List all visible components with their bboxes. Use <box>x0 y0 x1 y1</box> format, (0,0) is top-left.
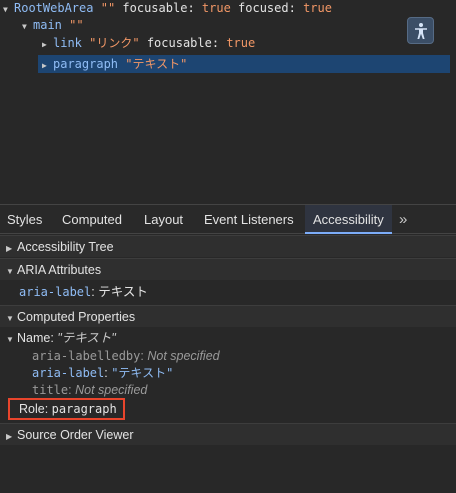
section-source-order-viewer[interactable]: ▶ Source Order Viewer <box>0 423 456 445</box>
sidebar-tab-strip: Styles Computed Layout Event Listeners A… <box>0 204 456 234</box>
expand-triangle-icon: ▼ <box>6 335 14 344</box>
section-aria-attributes[interactable]: ▼ ARIA Attributes <box>0 258 456 280</box>
accessibility-tree-pane: ▼ RootWebArea "" focusable: true focused:… <box>0 0 456 203</box>
aria-attribute-row[interactable]: aria-label: テキスト <box>19 284 148 301</box>
tab-accessibility[interactable]: Accessibility <box>305 205 392 234</box>
collapsed-triangle-icon[interactable]: ▶ <box>42 57 53 74</box>
collapsed-triangle-icon[interactable]: ▶ <box>42 36 53 53</box>
accessibility-toggle-button[interactable] <box>407 17 434 44</box>
tab-layout[interactable]: Layout <box>144 205 183 234</box>
empty-panel-area <box>0 446 456 493</box>
tree-node-paragraph[interactable]: ▶ paragraph "テキスト" <box>42 56 187 73</box>
tab-styles[interactable]: Styles <box>7 205 42 234</box>
expand-triangle-icon: ▼ <box>6 314 14 323</box>
computed-aria-label-row: aria-label: "テキスト" <box>32 366 174 380</box>
tree-node-root[interactable]: ▼ RootWebArea "" focusable: true focused:… <box>3 0 332 17</box>
section-computed-properties[interactable]: ▼ Computed Properties <box>0 305 456 327</box>
collapsed-triangle-icon: ▶ <box>6 432 13 441</box>
collapsed-triangle-icon: ▶ <box>6 244 13 253</box>
tree-node-main[interactable]: ▼ main "" <box>22 17 84 34</box>
more-tabs-chevron-icon[interactable]: » <box>399 205 407 234</box>
expand-triangle-icon: ▼ <box>6 267 14 276</box>
accessibility-person-icon <box>414 22 427 39</box>
expand-triangle-icon[interactable]: ▼ <box>22 18 33 35</box>
role-highlight-box <box>8 398 125 420</box>
computed-title-row: title: Not specified <box>32 383 148 397</box>
tree-node-link[interactable]: ▶ link "リンク" focusable: true <box>42 35 255 52</box>
computed-name-row[interactable]: ▼ Name: "テキスト" <box>6 330 116 347</box>
computed-labelledby-row: aria-labelledby: Not specified <box>32 349 220 363</box>
tab-computed[interactable]: Computed <box>62 205 122 234</box>
tab-event-listeners[interactable]: Event Listeners <box>204 205 294 234</box>
expand-triangle-icon[interactable]: ▼ <box>3 1 14 18</box>
section-accessibility-tree[interactable]: ▶ Accessibility Tree <box>0 235 456 257</box>
